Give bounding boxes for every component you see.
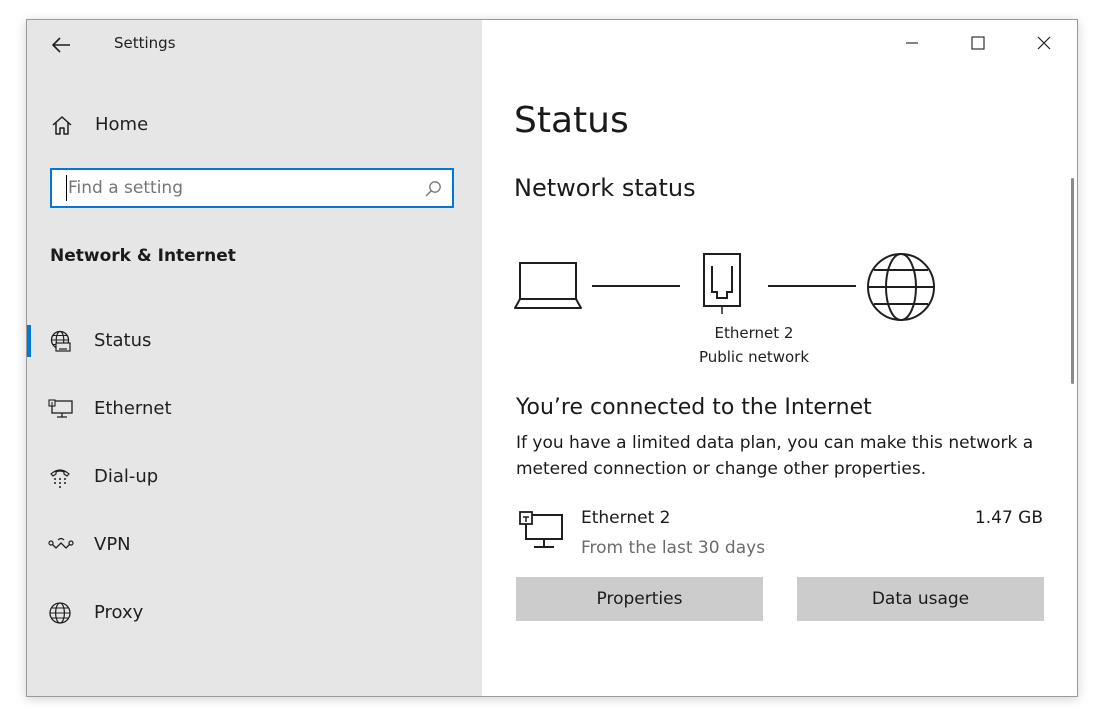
minimize-button[interactable] xyxy=(879,20,945,66)
home-nav-item[interactable]: Home xyxy=(41,106,441,144)
ethernet-adapter-icon xyxy=(519,511,563,548)
sidebar: Settings Home Network & Internet xyxy=(27,20,482,696)
sidebar-item-proxy[interactable]: Proxy xyxy=(27,589,482,637)
back-arrow-icon xyxy=(51,37,70,53)
vpn-icon xyxy=(48,537,74,549)
globe-icon xyxy=(49,602,71,624)
sidebar-item-vpn[interactable]: VPN xyxy=(27,521,482,569)
search-box[interactable] xyxy=(50,168,454,208)
sidebar-item-label: Ethernet xyxy=(94,398,172,419)
network-status-heading: Network status xyxy=(514,174,696,202)
next-item-partial xyxy=(518,688,818,697)
settings-window: Settings Home Network & Internet xyxy=(26,19,1078,697)
page-title: Status xyxy=(514,100,629,141)
properties-button[interactable]: Properties xyxy=(516,577,763,621)
back-button[interactable] xyxy=(41,30,81,60)
adapter-data-usage: 1.47 GB xyxy=(974,508,1043,528)
maximize-button[interactable] xyxy=(945,20,1011,66)
ethernet-port-icon xyxy=(703,253,741,314)
diagram-network-type: Public network xyxy=(698,348,810,366)
maximize-icon xyxy=(971,36,985,50)
adapter-name: Ethernet 2 xyxy=(581,508,671,528)
globe-status-icon xyxy=(50,330,71,352)
sidebar-item-dial-up[interactable]: Dial-up xyxy=(27,453,482,501)
sidebar-item-label: Status xyxy=(94,330,152,351)
sidebar-item-ethernet[interactable]: Ethernet xyxy=(27,385,482,433)
data-usage-button[interactable]: Data usage xyxy=(797,577,1044,621)
minimize-icon xyxy=(906,42,918,44)
network-diagram: Ethernet 2 Public network xyxy=(514,248,954,398)
sidebar-item-label: Proxy xyxy=(94,602,144,623)
sidebar-item-label: VPN xyxy=(94,534,131,555)
sidebar-item-status[interactable]: Status xyxy=(27,317,482,365)
scrollbar[interactable] xyxy=(1071,178,1074,384)
search-input[interactable] xyxy=(66,175,420,201)
laptop-icon xyxy=(514,262,582,309)
search-icon[interactable] xyxy=(424,180,442,198)
link-line xyxy=(592,285,680,287)
close-icon xyxy=(1037,36,1051,50)
section-title: Network & Internet xyxy=(50,246,236,266)
app-title: Settings xyxy=(114,34,176,52)
dial-up-icon xyxy=(50,469,70,488)
main-content: Status Network status Ethernet 2 Public … xyxy=(482,20,1077,696)
connection-description: If you have a limited data plan, you can… xyxy=(516,433,1034,479)
close-button[interactable] xyxy=(1011,20,1077,66)
ethernet-icon xyxy=(48,399,73,418)
home-label: Home xyxy=(95,114,149,135)
selection-indicator xyxy=(27,325,31,357)
adapter-usage-period: From the last 30 days xyxy=(581,538,766,558)
connection-heading: You’re connected to the Internet xyxy=(516,395,872,420)
internet-globe-icon xyxy=(867,253,935,321)
diagram-adapter-name: Ethernet 2 xyxy=(714,324,794,342)
link-line xyxy=(768,285,856,287)
home-icon xyxy=(52,116,72,135)
sidebar-item-label: Dial-up xyxy=(94,466,159,487)
